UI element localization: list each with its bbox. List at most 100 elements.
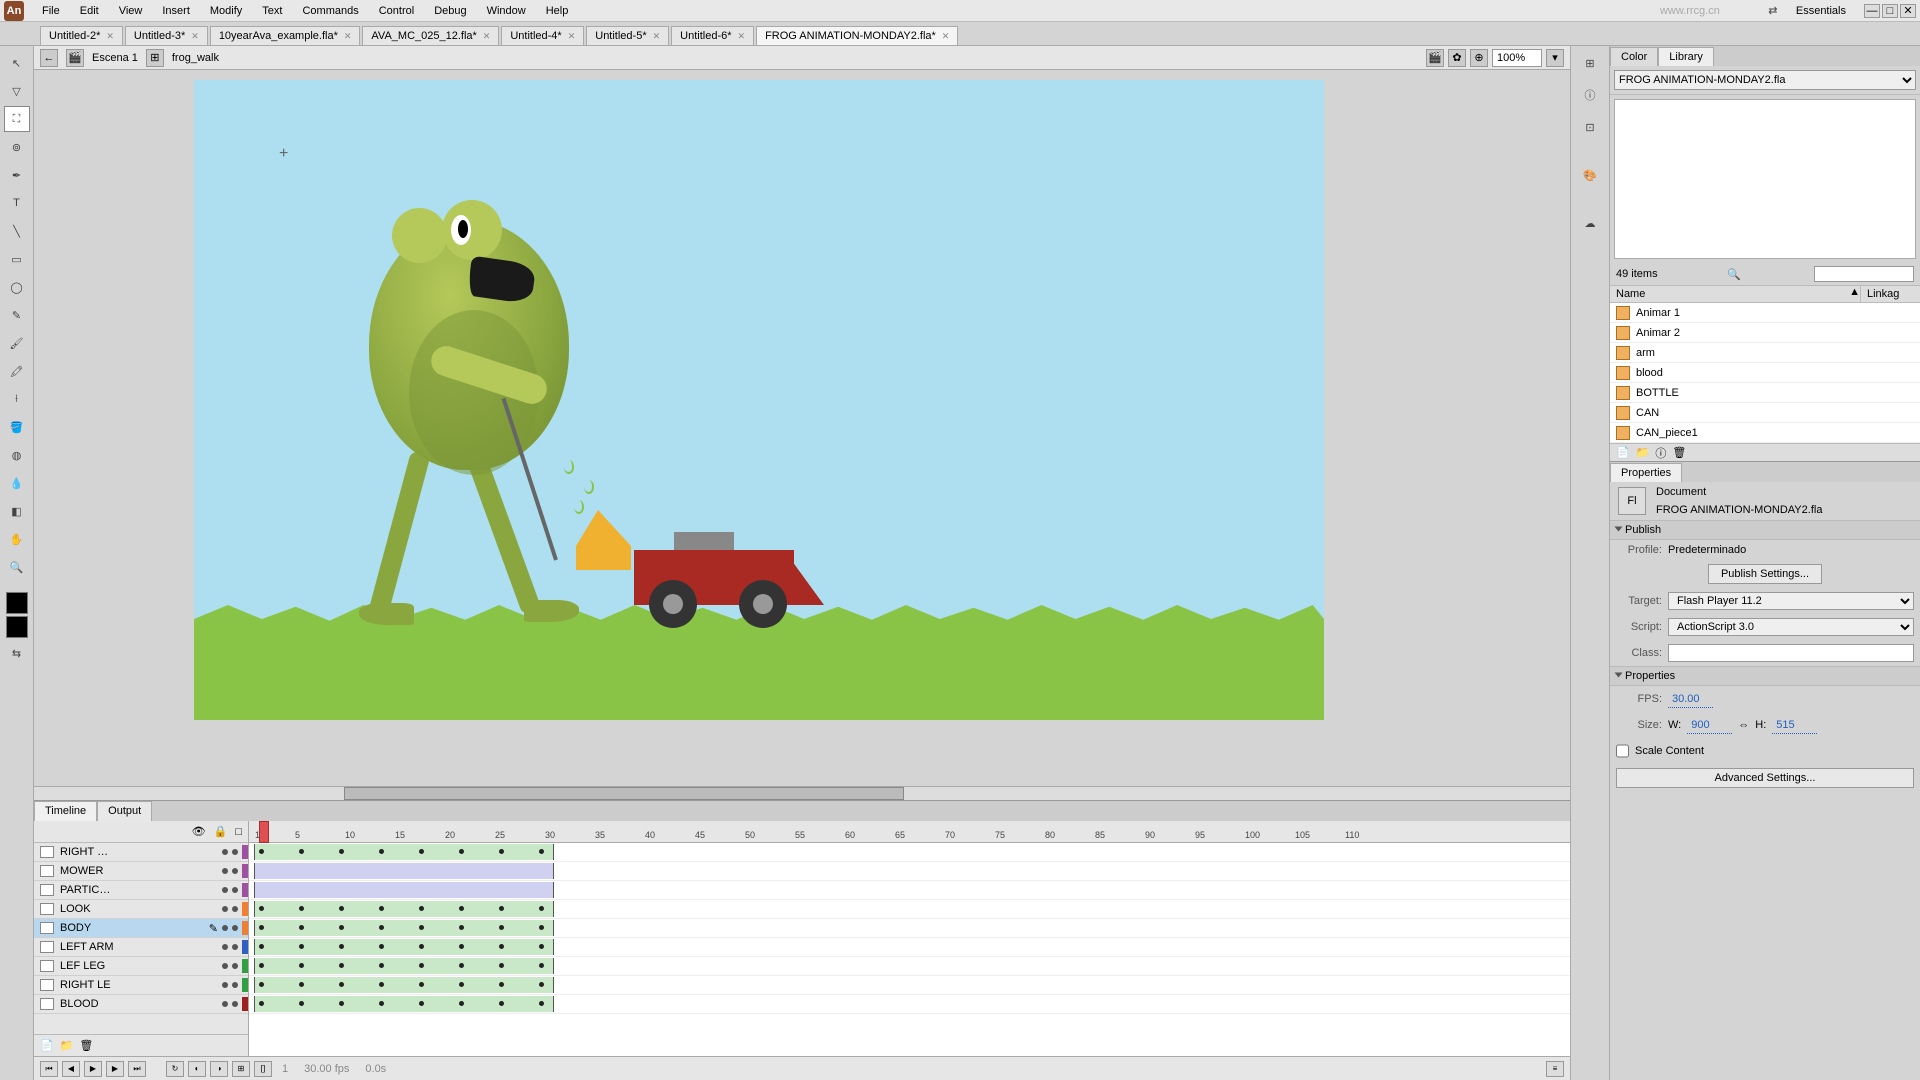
fps-input[interactable] [1668,690,1713,708]
height-input[interactable] [1772,716,1817,734]
back-button[interactable]: ← [40,49,58,67]
visibility-header-icon[interactable]: 👁 [192,825,206,838]
publish-settings-button[interactable]: Publish Settings... [1708,564,1822,584]
menu-window[interactable]: Window [477,2,536,20]
layer-visibility-toggle[interactable] [222,963,228,969]
library-col-linkage[interactable]: Linkag [1860,286,1920,302]
layer-row[interactable]: RIGHT … [34,843,248,862]
layer-visibility-toggle[interactable] [222,925,228,931]
close-tab-icon[interactable]: ✕ [191,31,199,42]
new-folder-button[interactable]: 📁 [1636,446,1650,459]
layer-row[interactable]: BLOOD [34,995,248,1014]
layer-outline-toggle[interactable] [242,883,248,897]
properties-section-header[interactable]: Properties [1625,670,1675,682]
layer-lock-toggle[interactable] [232,925,238,931]
scene-name[interactable]: Escena 1 [92,52,138,64]
library-item[interactable]: arm [1610,343,1920,363]
publish-section-header[interactable]: Publish [1625,524,1661,536]
document-tab[interactable]: Untitled-6*✕ [671,26,754,45]
document-tab[interactable]: AVA_MC_025_12.fla*✕ [362,26,499,45]
scene-icon[interactable]: 🎬 [66,49,84,67]
frame-row[interactable] [249,938,1570,957]
class-input[interactable] [1668,644,1914,662]
delete-symbol-button[interactable]: 🗑 [1672,446,1686,459]
library-col-name[interactable]: Name [1610,286,1849,302]
close-tab-icon[interactable]: ✕ [106,31,114,42]
layer-visibility-toggle[interactable] [222,887,228,893]
minimize-button[interactable]: — [1864,4,1880,18]
eyedropper-tool[interactable]: 💧 [4,470,30,496]
layer-row[interactable]: LOOK [34,900,248,919]
layer-outline-toggle[interactable] [242,978,248,992]
subselection-tool[interactable]: ▽ [4,78,30,104]
oval-tool[interactable]: ◯ [4,274,30,300]
layer-lock-toggle[interactable] [232,887,238,893]
layer-outline-toggle[interactable] [242,864,248,878]
close-tab-icon[interactable]: ✕ [738,31,746,42]
edit-multiple-frames-button[interactable]: ⊞ [232,1061,250,1077]
ink-bottle-tool[interactable]: ◍ [4,442,30,468]
align-panel-icon[interactable]: ⊞ [1577,50,1603,76]
layer-outline-toggle[interactable] [242,845,248,859]
target-select[interactable]: Flash Player 11.2 [1668,592,1914,610]
layer-lock-toggle[interactable] [232,982,238,988]
menu-control[interactable]: Control [369,2,424,20]
close-tab-icon[interactable]: ✕ [942,31,950,42]
frame-row[interactable] [249,919,1570,938]
layer-visibility-toggle[interactable] [222,868,228,874]
library-item[interactable]: Animar 1 [1610,303,1920,323]
lock-header-icon[interactable]: 🔒 [214,825,228,838]
library-file-select[interactable]: FROG ANIMATION-MONDAY2.fla [1614,70,1916,90]
onion-skin-outline-button[interactable]: ◑ [210,1061,228,1077]
timeline-menu-icon[interactable]: ≡ [1546,1061,1564,1077]
new-symbol-button[interactable]: 📄 [1616,446,1630,459]
layer-lock-toggle[interactable] [232,868,238,874]
layer-lock-toggle[interactable] [232,906,238,912]
menu-modify[interactable]: Modify [200,2,252,20]
layer-outline-toggle[interactable] [242,902,248,916]
stroke-color-swatch[interactable] [6,592,28,614]
tab-timeline[interactable]: Timeline [34,801,97,821]
line-tool[interactable]: ╲ [4,218,30,244]
zoom-input[interactable] [1492,49,1542,67]
eraser-tool[interactable]: ◧ [4,498,30,524]
link-wh-icon[interactable]: ⇔ [1738,719,1749,731]
step-forward-button[interactable]: ▶ [106,1061,124,1077]
new-folder-button[interactable]: 📁 [60,1039,74,1052]
layer-row[interactable]: PARTIC… [34,881,248,900]
layer-visibility-toggle[interactable] [222,849,228,855]
library-item[interactable]: blood [1610,363,1920,383]
frame-row[interactable] [249,957,1570,976]
width-input[interactable] [1687,716,1732,734]
canvas[interactable]: + [194,80,1324,720]
pencil-tool[interactable]: ✎ [4,302,30,328]
center-stage-icon[interactable]: ⊕ [1470,49,1488,67]
script-select[interactable]: ActionScript 3.0 [1668,618,1914,636]
menu-file[interactable]: File [32,2,70,20]
frame-row[interactable] [249,862,1570,881]
paint-brush-tool[interactable]: 🖍 [4,358,30,384]
selection-tool[interactable]: ↖ [4,50,30,76]
menu-commands[interactable]: Commands [292,2,368,20]
swap-colors-icon[interactable]: ⇆ [4,640,30,666]
menu-debug[interactable]: Debug [424,2,476,20]
text-tool[interactable]: T [4,190,30,216]
close-tab-icon[interactable]: ✕ [344,31,352,42]
library-item[interactable]: CAN [1610,403,1920,423]
frame-row[interactable] [249,900,1570,919]
document-tab[interactable]: 10yearAva_example.fla*✕ [210,26,361,45]
tab-color[interactable]: Color [1610,47,1658,66]
frame-row[interactable] [249,976,1570,995]
layer-visibility-toggle[interactable] [222,982,228,988]
playhead[interactable] [259,821,269,843]
cc-libraries-icon[interactable]: ☁ [1577,210,1603,236]
advanced-settings-button[interactable]: Advanced Settings... [1616,768,1914,788]
menu-view[interactable]: View [109,2,153,20]
library-search-input[interactable] [1814,266,1914,282]
transform-panel-icon[interactable]: ⊡ [1577,114,1603,140]
pen-tool[interactable]: ✒ [4,162,30,188]
maximize-button[interactable]: □ [1882,4,1898,18]
menu-text[interactable]: Text [252,2,292,20]
layer-lock-toggle[interactable] [232,963,238,969]
rectangle-tool[interactable]: ▭ [4,246,30,272]
